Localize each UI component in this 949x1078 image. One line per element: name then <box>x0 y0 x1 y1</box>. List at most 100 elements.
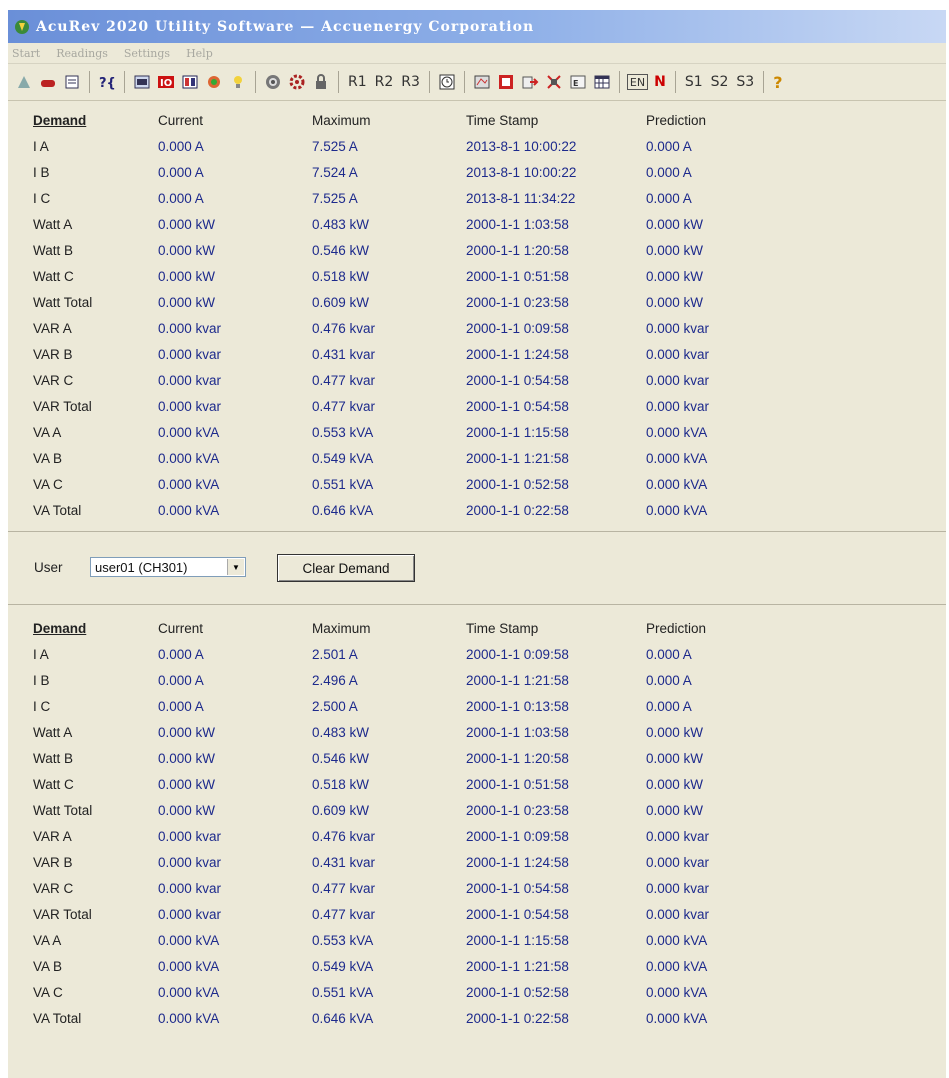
target-icon[interactable] <box>263 72 283 92</box>
cell-time-stamp: 2000-1-1 0:09:58 <box>466 321 569 336</box>
event-icon[interactable] <box>472 72 492 92</box>
cell-maximum: 0.477 kvar <box>312 881 376 896</box>
user-label: User <box>34 560 63 575</box>
io-icon[interactable]: IO <box>156 72 176 92</box>
s3-button[interactable]: S3 <box>734 72 756 92</box>
energy-log-icon[interactable]: E <box>568 72 588 92</box>
readings-icon[interactable] <box>132 72 152 92</box>
r1-button[interactable]: R1 <box>346 72 369 92</box>
cell-maximum: 7.525 A <box>312 139 358 154</box>
cell-time-stamp: 2000-1-1 0:54:58 <box>466 907 569 922</box>
cell-maximum: 0.431 kvar <box>312 855 376 870</box>
grid-icon[interactable] <box>180 72 200 92</box>
help-config-icon[interactable]: ?{ <box>97 72 117 92</box>
meter-icon[interactable] <box>38 72 58 92</box>
column-header-current: Current <box>158 621 204 636</box>
cell-demand: VA Total <box>33 1011 82 1026</box>
svg-text:?{: ?{ <box>99 76 116 91</box>
cell-prediction: 0.000 kW <box>646 217 704 232</box>
menu-help[interactable]: Help <box>186 47 213 60</box>
export-icon[interactable] <box>520 72 540 92</box>
cell-time-stamp: 2000-1-1 0:51:58 <box>466 269 569 284</box>
cell-prediction: 0.000 kW <box>646 269 704 284</box>
menu-start[interactable]: Start <box>12 47 40 60</box>
cell-demand: VAR Total <box>33 399 92 414</box>
user-demand-table: Demand Current Maximum Time Stamp Prediction… <box>8 617 946 1033</box>
title-bar[interactable]: AcuRev 2020 Utility Software — Accuenerg… <box>8 10 946 43</box>
cell-demand: Watt C <box>33 269 74 284</box>
s2-button[interactable]: S2 <box>709 72 731 92</box>
r3-button[interactable]: R3 <box>399 72 422 92</box>
cell-prediction: 0.000 kVA <box>646 959 708 974</box>
cell-time-stamp: 2000-1-1 1:15:58 <box>466 933 569 948</box>
cell-current: 0.000 kW <box>158 295 216 310</box>
cell-current: 0.000 A <box>158 699 204 714</box>
cell-prediction: 0.000 kW <box>646 725 704 740</box>
gear-icon[interactable] <box>287 72 307 92</box>
user-dropdown-value: user01 (CH301) <box>95 560 188 575</box>
en-button[interactable]: EN <box>626 74 649 90</box>
table-row: I C 0.000 A 7.525 A 2013-8-1 11:34:22 0.000 … <box>8 187 946 213</box>
cell-current: 0.000 kVA <box>158 985 220 1000</box>
cell-time-stamp: 2000-1-1 0:22:58 <box>466 1011 569 1026</box>
cell-demand: Watt Total <box>33 295 93 310</box>
cell-current: 0.000 kvar <box>158 907 222 922</box>
table-row: VA Total 0.000 kVA 0.646 kVA 2000-1-1 0:22:… <box>8 1007 946 1033</box>
cell-maximum: 0.609 kW <box>312 803 370 818</box>
lock-icon[interactable] <box>311 72 331 92</box>
cell-maximum: 0.549 kVA <box>312 959 374 974</box>
list-icon[interactable] <box>62 72 82 92</box>
map-icon[interactable] <box>204 72 224 92</box>
cell-demand: I B <box>33 165 50 180</box>
cell-prediction: 0.000 kW <box>646 777 704 792</box>
menu-readings[interactable]: Readings <box>56 47 108 60</box>
toolbar-separator <box>428 71 430 93</box>
chevron-down-icon[interactable]: ▼ <box>227 559 244 575</box>
cell-prediction: 0.000 kVA <box>646 985 708 1000</box>
cell-prediction: 0.000 kvar <box>646 907 710 922</box>
cell-demand: VA C <box>33 985 63 1000</box>
table-row: Watt C 0.000 kW 0.518 kW 2000-1-1 0:51:58 0.… <box>8 265 946 291</box>
cell-demand: VA C <box>33 477 63 492</box>
cell-prediction: 0.000 kvar <box>646 829 710 844</box>
clear-demand-button[interactable]: Clear Demand <box>277 554 415 582</box>
menu-settings[interactable]: Settings <box>124 47 170 60</box>
cell-demand: VA B <box>33 959 63 974</box>
cell-maximum: 0.518 kW <box>312 777 370 792</box>
column-header-demand[interactable]: Demand <box>33 621 86 636</box>
cell-current: 0.000 kW <box>158 777 216 792</box>
clock-icon[interactable] <box>437 72 457 92</box>
cell-maximum: 2.496 A <box>312 673 358 688</box>
user-header-row: Demand Current Maximum Time Stamp Prediction <box>8 617 946 643</box>
cell-current: 0.000 A <box>158 191 204 206</box>
cell-demand: Watt A <box>33 725 73 740</box>
calendar-icon[interactable] <box>592 72 612 92</box>
cell-time-stamp: 2013-8-1 10:00:22 <box>466 165 577 180</box>
user-dropdown[interactable]: user01 (CH301) ▼ <box>90 557 246 577</box>
cell-prediction: 0.000 kW <box>646 243 704 258</box>
table-row: VAR C 0.000 kvar 0.477 kvar 2000-1-1 0:54:5… <box>8 369 946 395</box>
system-demand-table: Demand Current Maximum Time Stamp Prediction… <box>8 109 946 525</box>
column-header-maximum: Maximum <box>312 621 371 636</box>
report-icon[interactable] <box>496 72 516 92</box>
cell-demand: VAR Total <box>33 907 92 922</box>
n-button[interactable]: N <box>652 72 668 92</box>
table-row: VAR C 0.000 kvar 0.477 kvar 2000-1-1 0:54:5… <box>8 877 946 903</box>
settings-icon[interactable] <box>14 72 34 92</box>
menu-bar: Start Readings Settings Help <box>8 43 946 64</box>
cell-maximum: 7.524 A <box>312 165 358 180</box>
cell-prediction: 0.000 kvar <box>646 399 710 414</box>
table-row: VA Total 0.000 kVA 0.646 kVA 2000-1-1 0:22:… <box>8 499 946 525</box>
s1-button[interactable]: S1 <box>683 72 705 92</box>
help-button[interactable]: ? <box>771 72 784 92</box>
cell-maximum: 0.609 kW <box>312 295 370 310</box>
bulb-icon[interactable] <box>228 72 248 92</box>
log-icon[interactable] <box>544 72 564 92</box>
column-header-demand[interactable]: Demand <box>33 113 86 128</box>
cell-current: 0.000 kW <box>158 243 216 258</box>
column-header-maximum: Maximum <box>312 113 371 128</box>
r2-button[interactable]: R2 <box>373 72 396 92</box>
cell-time-stamp: 2013-8-1 10:00:22 <box>466 139 577 154</box>
cell-maximum: 0.483 kW <box>312 725 370 740</box>
cell-current: 0.000 A <box>158 673 204 688</box>
